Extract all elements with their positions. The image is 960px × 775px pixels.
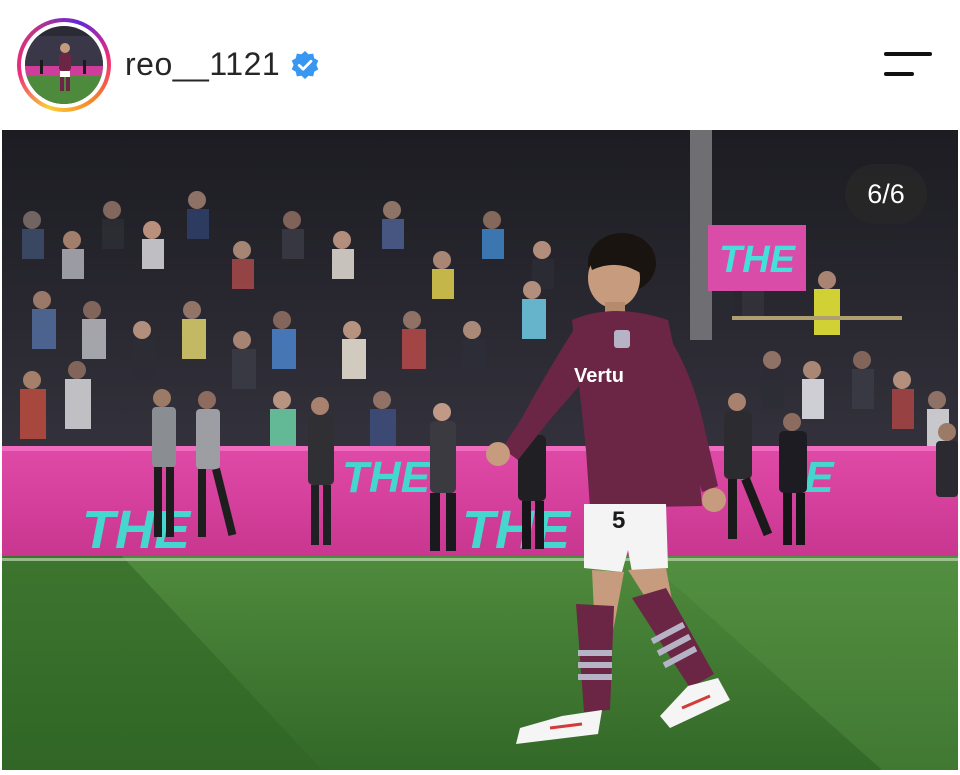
- svg-text:THE: THE: [462, 500, 572, 560]
- svg-text:THE: THE: [342, 453, 432, 502]
- story-ring[interactable]: [17, 18, 111, 112]
- post-photo-image: THE THE THE THE IE Vertu 5: [2, 130, 958, 770]
- carousel-counter: 6/6: [845, 164, 927, 224]
- menu-icon[interactable]: [878, 46, 936, 84]
- screen-text: THE: [719, 239, 797, 281]
- shorts-number: 5: [612, 507, 625, 534]
- ad-board-text-1: THE: [82, 500, 192, 560]
- avatar-photo-icon: [25, 26, 103, 104]
- avatar[interactable]: [25, 26, 103, 104]
- post-header: reo__1121: [0, 0, 960, 128]
- post-photo[interactable]: THE THE THE THE IE Vertu 5: [2, 130, 958, 770]
- verified-badge-icon: [291, 51, 319, 79]
- username[interactable]: reo__1121: [125, 44, 280, 84]
- shirt-sponsor: Vertu: [574, 365, 624, 387]
- avatar-gap: [21, 22, 107, 108]
